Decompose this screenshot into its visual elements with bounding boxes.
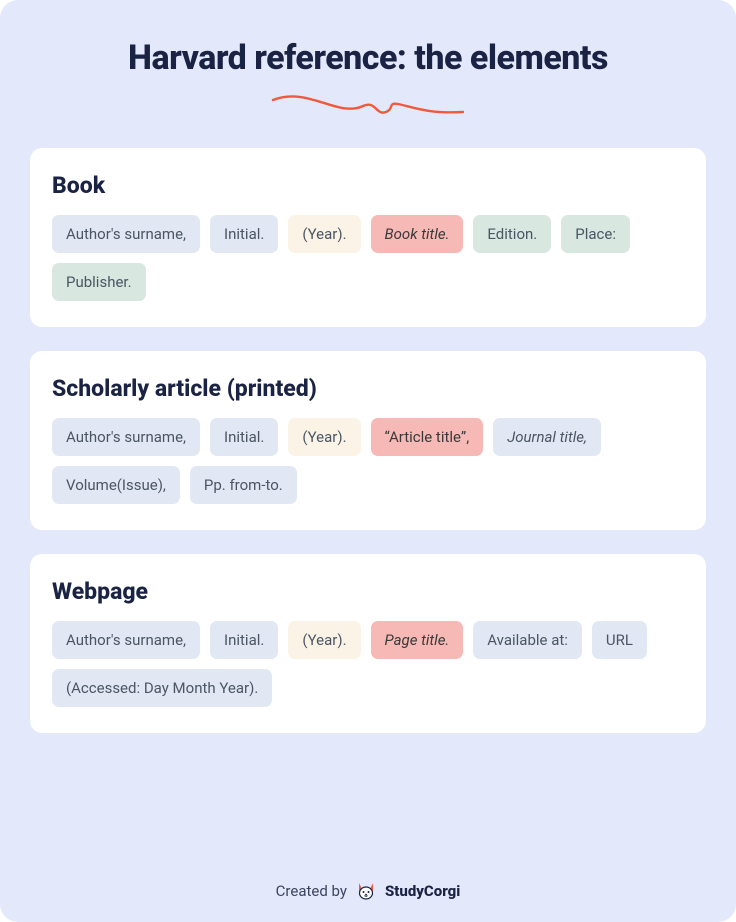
pill-row-article: Author's surname, Initial. (Year). “Arti… bbox=[52, 418, 684, 504]
footer: Created by StudyCorgi bbox=[30, 872, 706, 902]
pill: Initial. bbox=[210, 215, 278, 253]
pill: Initial. bbox=[210, 621, 278, 659]
card-title-article: Scholarly article (printed) bbox=[52, 375, 684, 402]
pill: “Article title”, bbox=[371, 418, 484, 456]
pill: Author's surname, bbox=[52, 215, 200, 253]
card-title-book: Book bbox=[52, 172, 684, 199]
page-title: Harvard reference: the elements bbox=[30, 38, 706, 78]
card-scholarly-article: Scholarly article (printed) Author's sur… bbox=[30, 351, 706, 530]
pill: Edition. bbox=[473, 215, 551, 253]
card-title-webpage: Webpage bbox=[52, 578, 684, 605]
pill: Page title. bbox=[371, 621, 464, 659]
pill: Pp. from-to. bbox=[190, 466, 297, 504]
pill: Book title. bbox=[371, 215, 464, 253]
pill: URL bbox=[592, 621, 647, 659]
pill-row-book: Author's surname, Initial. (Year). Book … bbox=[52, 215, 684, 301]
pill-row-webpage: Author's surname, Initial. (Year). Page … bbox=[52, 621, 684, 707]
infographic-page: Harvard reference: the elements Book Aut… bbox=[0, 0, 736, 922]
squiggle-icon bbox=[268, 88, 468, 124]
card-webpage: Webpage Author's surname, Initial. (Year… bbox=[30, 554, 706, 733]
pill: (Accessed: Day Month Year). bbox=[52, 669, 272, 707]
pill: Author's surname, bbox=[52, 621, 200, 659]
card-book: Book Author's surname, Initial. (Year). … bbox=[30, 148, 706, 327]
pill: Initial. bbox=[210, 418, 278, 456]
decorative-squiggle bbox=[30, 88, 706, 124]
pill: Volume(Issue), bbox=[52, 466, 180, 504]
footer-brand: StudyCorgi bbox=[385, 882, 460, 900]
footer-created-by: Created by bbox=[276, 882, 347, 900]
pill: Place: bbox=[561, 215, 630, 253]
pill: Available at: bbox=[473, 621, 582, 659]
pill: (Year). bbox=[288, 418, 360, 456]
pill: (Year). bbox=[288, 621, 360, 659]
pill: (Year). bbox=[288, 215, 360, 253]
pill: Journal title, bbox=[493, 418, 601, 456]
corgi-icon bbox=[355, 880, 377, 902]
pill: Publisher. bbox=[52, 263, 146, 301]
pill: Author's surname, bbox=[52, 418, 200, 456]
